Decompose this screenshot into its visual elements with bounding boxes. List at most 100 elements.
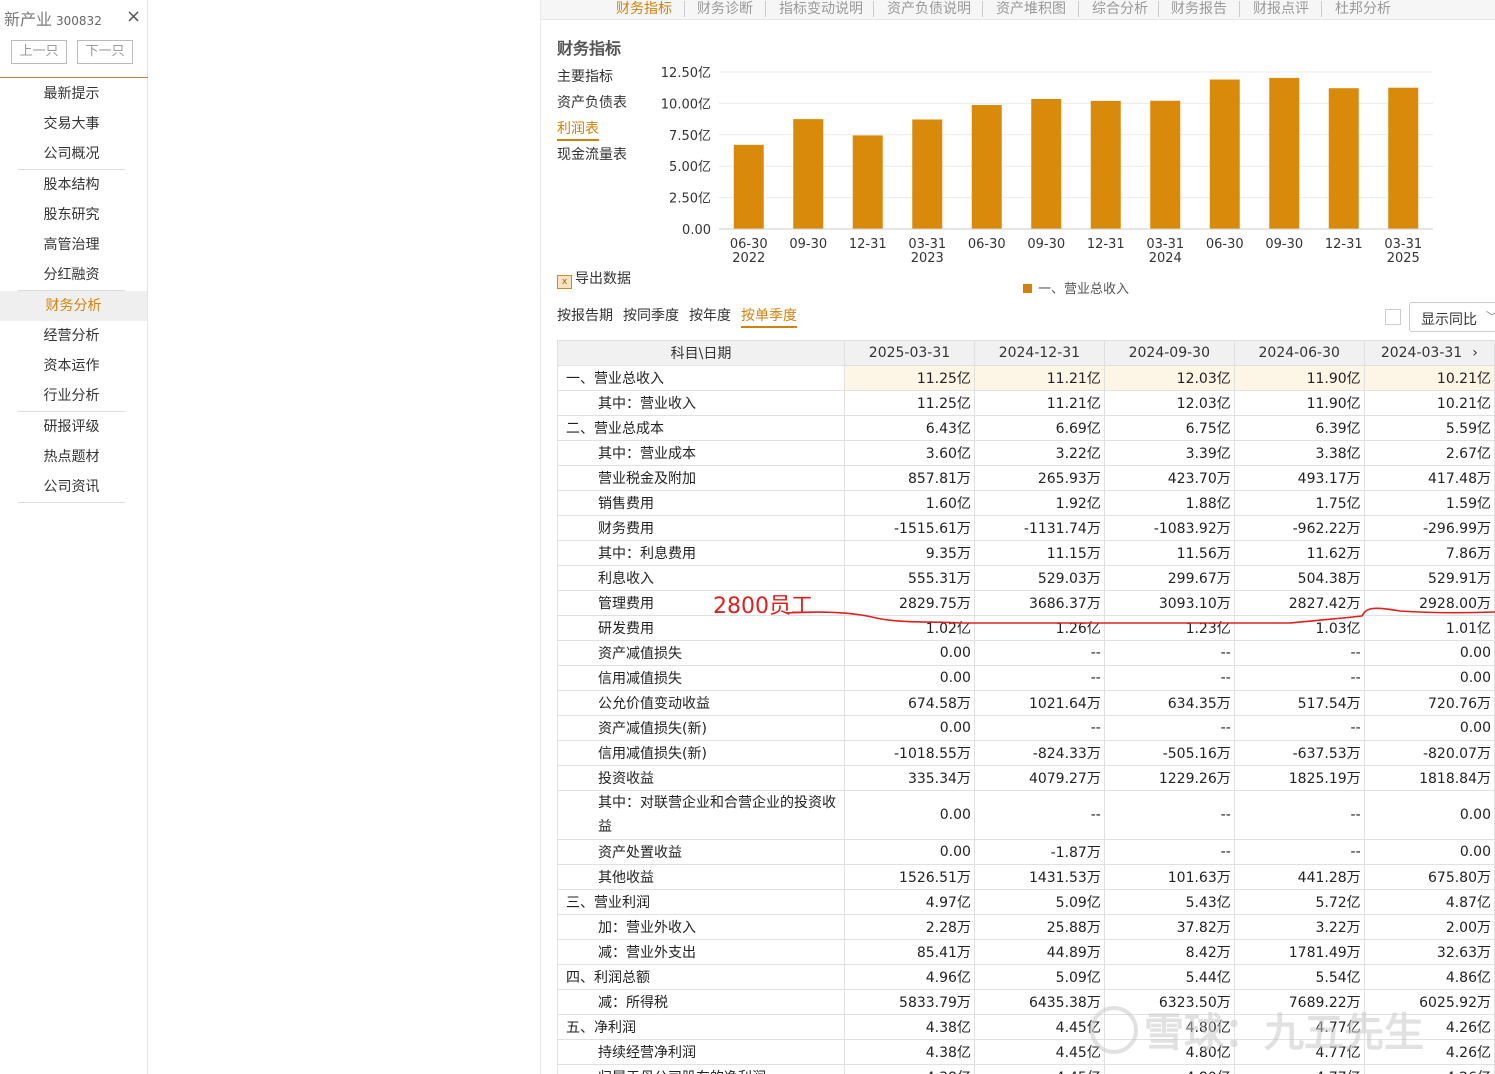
table-row: 管理费用 2829.75万 3686.37万 3093.10万 2827.42万 2928… [556, 590, 1495, 616]
period-option[interactable]: 按报告期 [557, 305, 613, 325]
row-subject: 归属于母公司股东的净利润 [556, 1064, 846, 1074]
yoy-checkbox[interactable] [1385, 309, 1401, 325]
revenue-bar[interactable] [1209, 79, 1240, 229]
column-header-date[interactable]: 2025-03-31 [844, 340, 975, 366]
prev-stock-button[interactable]: 上一只 [11, 40, 67, 64]
cell-value: 8.42万 [1103, 939, 1235, 965]
tab-divider [1321, 1, 1322, 17]
cell-value: -1515.61万 [844, 515, 975, 541]
sidebar-item[interactable]: 经营分析 [18, 321, 125, 351]
tab-item[interactable]: 财务指标 [616, 0, 672, 18]
x-tick-label: 06-30 [730, 237, 768, 252]
tab-item[interactable]: 杜邦分析 [1335, 0, 1391, 18]
cell-value: 1.59亿 [1363, 490, 1495, 516]
table-row: 二、营业总成本 6.43亿 6.69亿 6.75亿 6.39亿 5.59亿 [556, 415, 1495, 441]
stock-name: 新产业 [4, 10, 53, 29]
revenue-bar[interactable] [1328, 88, 1359, 230]
close-icon[interactable]: × [126, 6, 141, 27]
cell-value: 37.82万 [1103, 914, 1235, 940]
cell-value: 1431.53万 [973, 864, 1105, 890]
sidebar-item[interactable]: 行业分析 [18, 381, 125, 411]
cell-value: 10.21亿 [1363, 365, 1495, 391]
cell-value: 2827.42万 [1233, 590, 1365, 616]
revenue-bar[interactable] [1031, 99, 1062, 229]
revenue-bar[interactable] [971, 105, 1002, 229]
tab-item[interactable]: 财务报告 [1171, 0, 1227, 18]
revenue-bar[interactable] [852, 135, 883, 229]
revenue-bar[interactable] [1150, 100, 1181, 229]
sidebar-item[interactable]: 资本运作 [18, 351, 125, 381]
sidebar-item[interactable]: 热点题材 [18, 442, 125, 472]
row-subject: 持续经营净利润 [556, 1039, 846, 1065]
cell-value: -296.99万 [1363, 515, 1495, 541]
cell-value: 3.22亿 [973, 440, 1105, 466]
revenue-bar[interactable] [1388, 87, 1419, 229]
sidebar-item[interactable]: 公司资讯 [18, 472, 125, 502]
column-header-date[interactable]: 2024-09-30 [1103, 340, 1235, 366]
next-stock-button[interactable]: 下一只 [77, 40, 133, 64]
sidebar-item[interactable]: 交易大事 [18, 109, 125, 139]
table-row: 归属于母公司股东的净利润4.38亿4.45亿4.80亿4.77亿4.26亿 [556, 1064, 1495, 1074]
sidebar-item[interactable]: 高管治理 [18, 230, 125, 260]
export-data-button[interactable]: x 导出数据 [557, 268, 631, 289]
cell-value: 3.60亿 [844, 440, 975, 466]
sidebar-item[interactable]: 最新提示 [18, 79, 125, 109]
x-tick-label: 03-31 [1146, 237, 1184, 252]
x-tick-label: 09-30 [1027, 237, 1065, 252]
y-tick-label: 2.50亿 [669, 192, 711, 207]
sidebar-item[interactable]: 公司概况 [18, 139, 125, 169]
sidebar-item[interactable]: 财务分析 [0, 291, 147, 321]
cell-value: 0.00 [1363, 665, 1495, 691]
cell-value: 529.03万 [973, 565, 1105, 591]
tab-item[interactable]: 资产堆积图 [996, 0, 1066, 18]
tab-item[interactable]: 财务诊断 [697, 0, 753, 18]
sidebar-item[interactable]: 研报评级 [18, 412, 125, 442]
cell-value: -- [1103, 790, 1235, 840]
cell-value: 9.35万 [844, 540, 975, 566]
cell-value: 11.62万 [1233, 540, 1365, 566]
revenue-bar[interactable] [912, 119, 943, 229]
revenue-bar[interactable] [793, 119, 824, 229]
cell-value: 12.03亿 [1103, 390, 1235, 416]
column-header-date[interactable]: 2024-06-30 [1233, 340, 1365, 366]
cell-value: 6.69亿 [973, 415, 1105, 441]
period-option[interactable]: 按年度 [689, 305, 731, 325]
y-tick-label: 12.50亿 [661, 66, 711, 81]
statement-link[interactable]: 资产负债表 [557, 92, 627, 112]
row-subject: 其中：营业成本 [556, 440, 846, 466]
cell-value: -962.22万 [1233, 515, 1365, 541]
period-option[interactable]: 按同季度 [623, 305, 679, 325]
statement-link[interactable]: 主要指标 [557, 66, 613, 86]
column-header-date[interactable]: 2024-12-31 [973, 340, 1105, 366]
tab-item[interactable]: 指标变动说明 [779, 0, 863, 18]
cell-value: 504.38万 [1233, 565, 1365, 591]
revenue-bar[interactable] [1090, 100, 1121, 229]
yoy-select[interactable]: 显示同比 ﹀ [1409, 302, 1495, 332]
next-columns-icon[interactable]: › [1472, 345, 1478, 361]
cell-value: 423.70万 [1103, 465, 1235, 491]
sidebar-item[interactable]: 股本结构 [18, 170, 125, 200]
statement-link[interactable]: 利润表 [557, 118, 599, 141]
cell-value: 1781.49万 [1233, 939, 1365, 965]
tab-item[interactable]: 综合分析 [1092, 0, 1148, 18]
x-tick-label: 03-31 [908, 237, 946, 252]
menu-group: 股本结构 股东研究 高管治理 分红融资 [18, 170, 125, 291]
cell-value: 0.00 [844, 839, 975, 865]
period-option[interactable]: 按单季度 [741, 305, 797, 328]
revenue-bar[interactable] [733, 144, 764, 229]
sidebar-item[interactable]: 股东研究 [18, 200, 125, 230]
tab-item[interactable]: 资产负债说明 [887, 0, 971, 18]
cell-value: 1.92亿 [973, 490, 1105, 516]
cell-value: 2.00万 [1363, 914, 1495, 940]
cell-value: 1.75亿 [1233, 490, 1365, 516]
cell-value: 4.38亿 [844, 1064, 975, 1074]
cell-value: 11.25亿 [844, 365, 975, 391]
cell-value: -1.87万 [973, 839, 1105, 865]
statement-link[interactable]: 现金流量表 [557, 144, 627, 164]
revenue-bar[interactable] [1269, 77, 1300, 229]
chart-legend[interactable]: 一、营业总收入 [1023, 278, 1129, 297]
sidebar-item[interactable]: 分红融资 [18, 260, 125, 290]
tab-item[interactable]: 财报点评 [1253, 0, 1309, 18]
column-header-date[interactable]: 2024-03-31 › [1363, 340, 1495, 366]
x-tick-label: 06-30 [968, 237, 1006, 252]
